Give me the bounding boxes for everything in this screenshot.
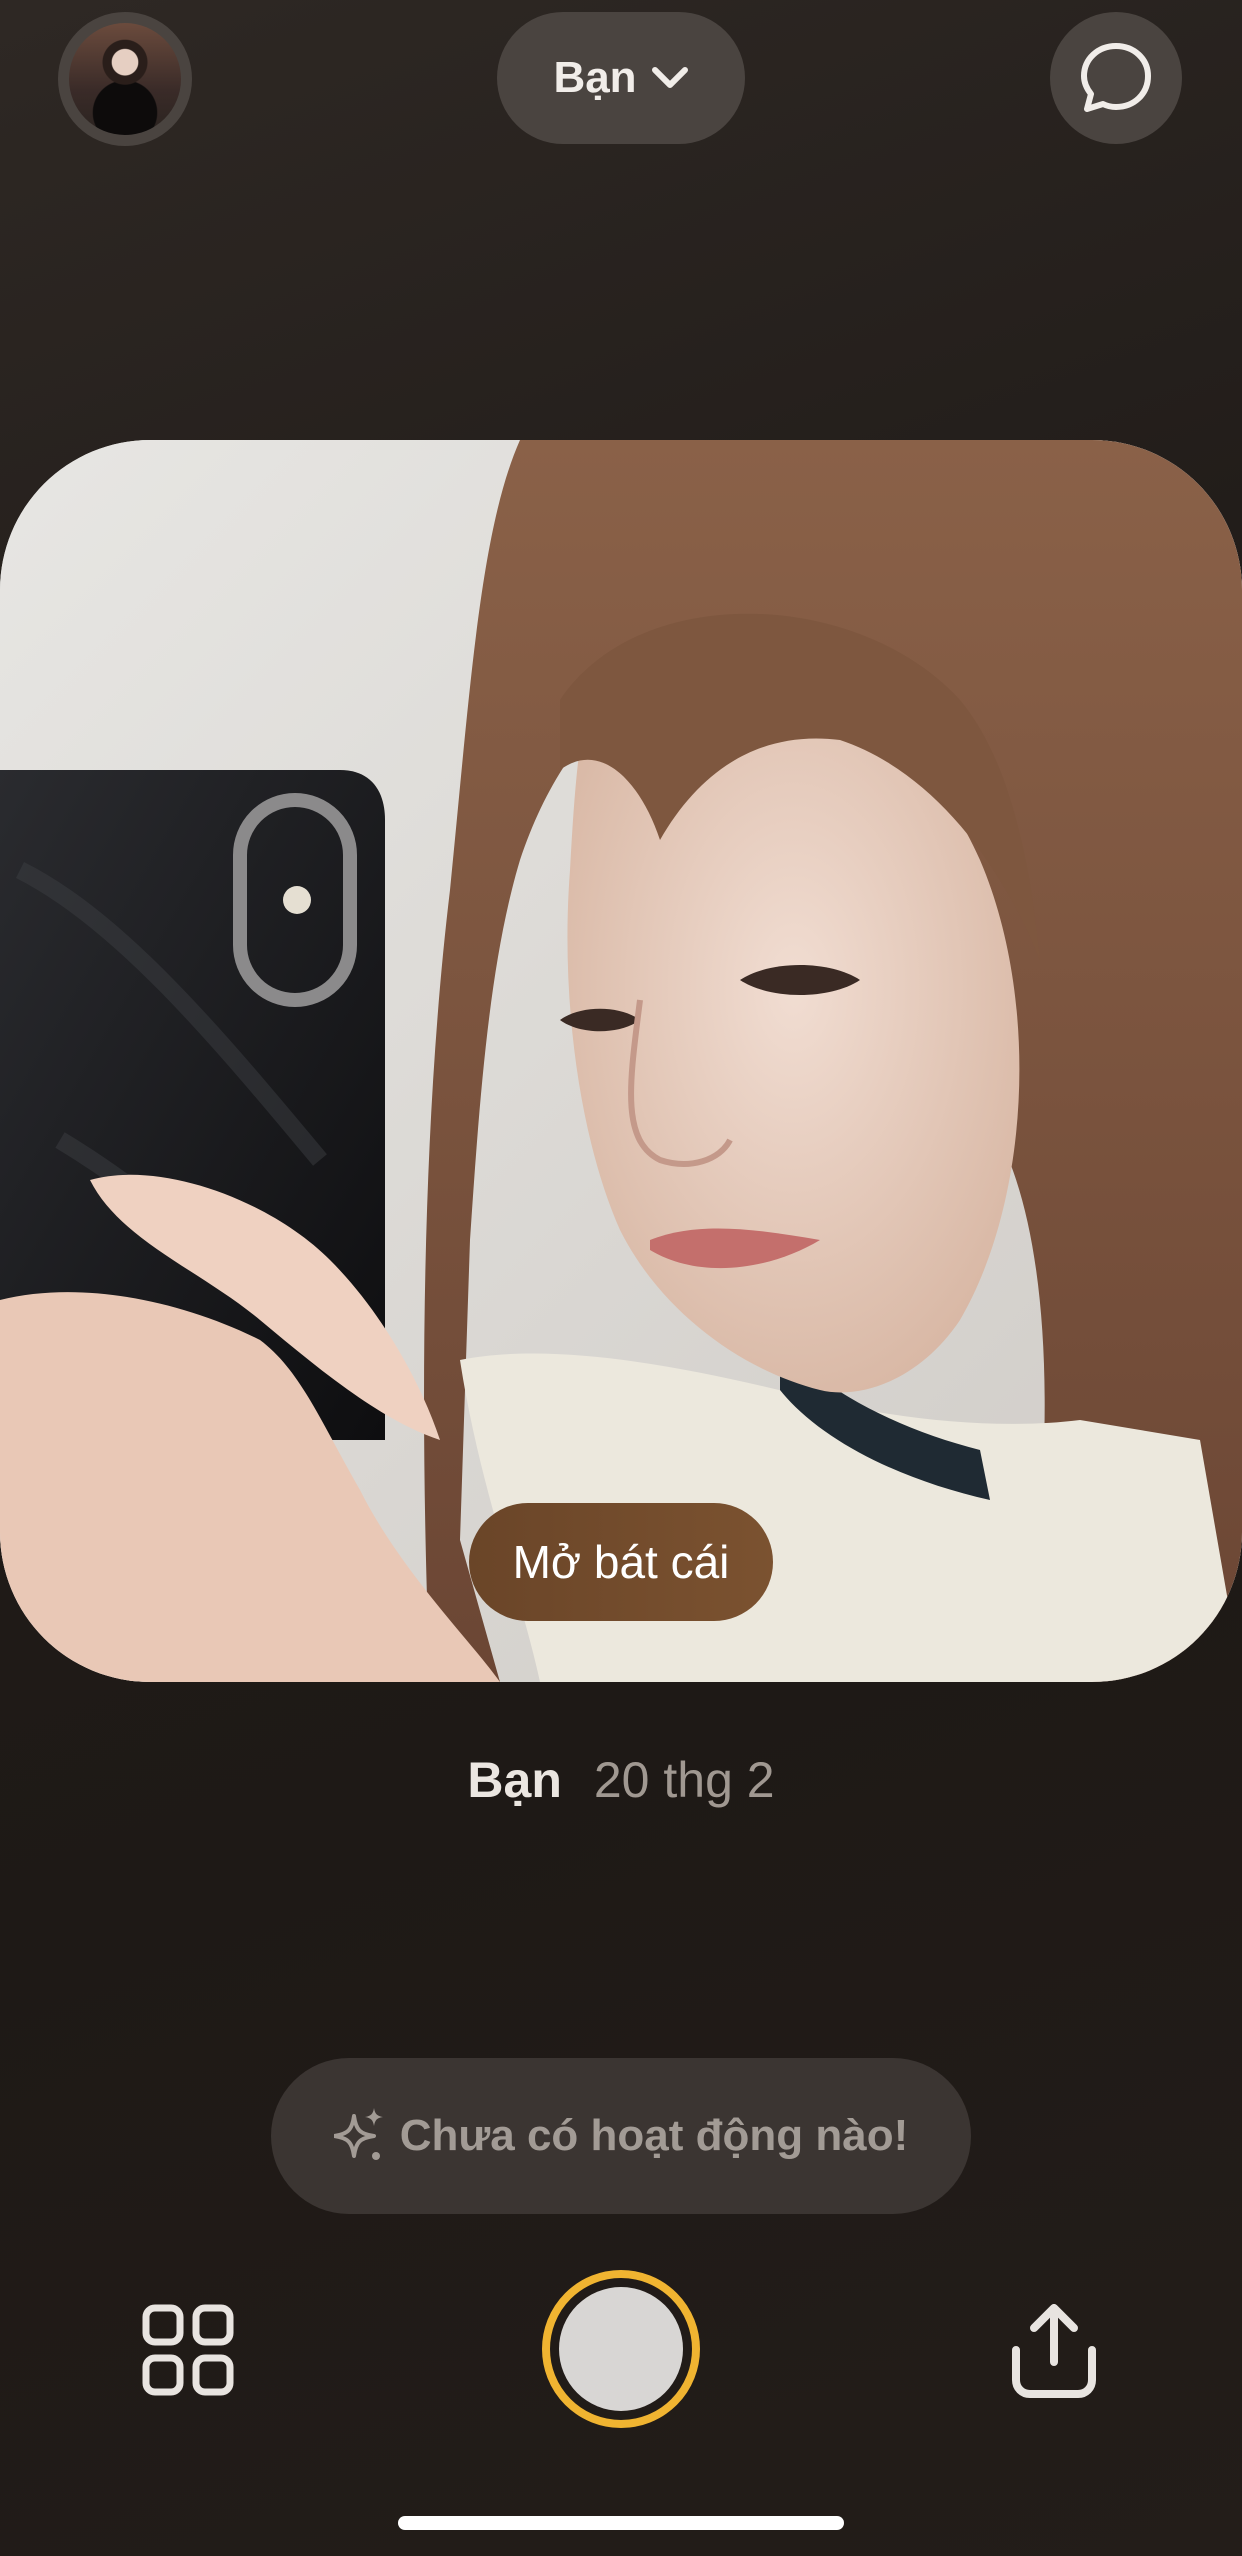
post-date: 20 thg 2 bbox=[593, 1752, 775, 1808]
post-author[interactable]: Bạn bbox=[467, 1751, 561, 1809]
audience-label: Bạn bbox=[553, 53, 637, 102]
profile-button[interactable] bbox=[58, 12, 192, 146]
caption-badge: Mở bát cái bbox=[469, 1503, 773, 1621]
post-photo[interactable]: Mở bát cái bbox=[0, 440, 1242, 1682]
grid-icon[interactable] bbox=[142, 2304, 234, 2396]
shutter-inner bbox=[559, 2287, 683, 2411]
chat-button[interactable] bbox=[1050, 12, 1182, 144]
activity-text: Chưa có hoạt động nào! bbox=[399, 2111, 909, 2160]
audience-selector[interactable]: Bạn bbox=[497, 12, 745, 144]
profile-avatar bbox=[69, 23, 181, 135]
chevron-down-icon bbox=[651, 67, 688, 88]
shutter-button[interactable] bbox=[542, 2270, 700, 2428]
post-meta: Bạn 20 thg 2 bbox=[0, 1740, 1242, 1820]
locket-feed-screen: Bạn Mở bát cái Bạn 20 thg 2 Chưa có hoạt… bbox=[0, 0, 1242, 2556]
sparkles-icon bbox=[333, 2108, 383, 2160]
chat-bubble-icon bbox=[1081, 43, 1151, 112]
share-icon[interactable] bbox=[1008, 2300, 1100, 2400]
home-indicator[interactable] bbox=[398, 2516, 844, 2530]
activity-button[interactable]: Chưa có hoạt động nào! bbox=[271, 2058, 971, 2214]
selfie-image bbox=[0, 440, 1242, 1682]
